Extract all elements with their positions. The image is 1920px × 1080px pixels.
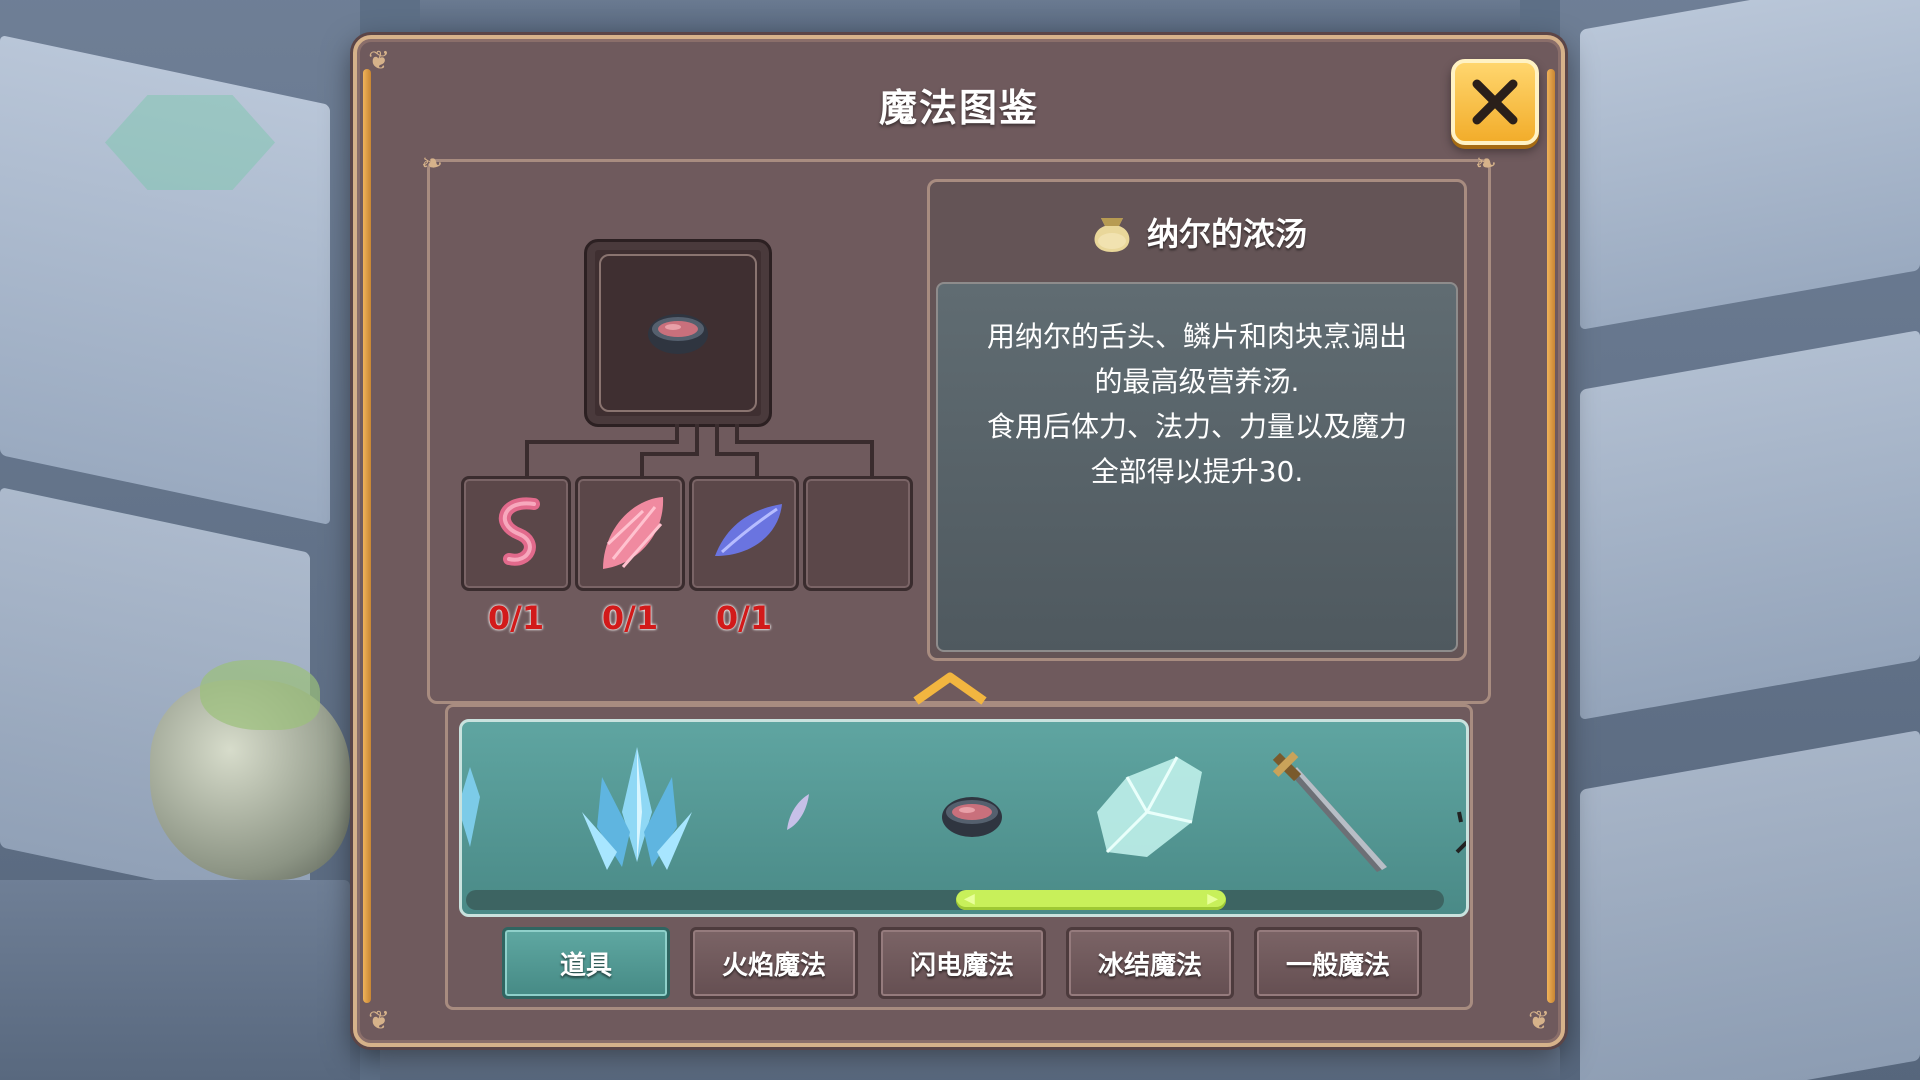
ingredient-count-2: 0/1 <box>601 599 659 637</box>
soup-bowl-icon <box>648 314 708 354</box>
blue-crystal-cluster-icon[interactable] <box>562 732 712 882</box>
item-name: 纳尔的浓汤 <box>1146 215 1307 253</box>
carousel-scrollbar[interactable]: ◀ ▶ <box>466 890 1444 910</box>
description-line: 用纳尔的舌头、鳞片和肉块烹调出 <box>986 320 1407 353</box>
corner-ornament-icon: ❧ <box>1475 149 1497 179</box>
item-carousel[interactable]: ◀ ▶ <box>459 719 1469 917</box>
category-tabs: 道具 火焰魔法 闪电魔法 冰结魔法 一般魔法 <box>502 927 1422 999</box>
magic-codex-window: ❦ ❦ ❦ 魔法图鉴 ❧ ❧ 0/1 0/1 0/1 纳尔的浓汤 用纳尔的舌头、… <box>353 35 1565 1047</box>
ingredient-slot-4-empty[interactable] <box>803 476 913 591</box>
tab-fire-magic[interactable]: 火焰魔法 <box>690 927 858 999</box>
soup-bowl-icon[interactable] <box>897 732 1047 882</box>
corner-ornament-icon: ❦ <box>368 1006 390 1036</box>
right-gold-rail <box>1547 69 1555 1003</box>
tab-lightning-magic[interactable]: 闪电魔法 <box>878 927 1046 999</box>
item-header: 纳尔的浓汤 <box>930 182 1464 282</box>
crystal-partial-icon <box>462 767 480 847</box>
left-gold-rail <box>363 69 371 1003</box>
collapse-up-arrow-icon[interactable] <box>912 671 988 707</box>
window-title: 魔法图鉴 <box>878 86 1039 130</box>
ingredient-slot-2[interactable] <box>575 476 685 591</box>
item-partial-icon <box>1455 811 1466 854</box>
tab-frost-magic[interactable]: 冰结魔法 <box>1066 927 1234 999</box>
tongue-icon <box>498 497 540 566</box>
sword-icon[interactable] <box>1252 732 1402 882</box>
close-button[interactable] <box>1451 59 1539 145</box>
ingredient-slot-1[interactable] <box>461 476 571 591</box>
carousel-scroll-thumb[interactable]: ◀ ▶ <box>956 890 1226 910</box>
tab-general-magic[interactable]: 一般魔法 <box>1254 927 1422 999</box>
corner-ornament-icon: ❦ <box>1528 1006 1550 1036</box>
tab-items[interactable]: 道具 <box>502 927 670 999</box>
pink-scale-icon <box>603 497 664 569</box>
corner-ornament-icon: ❦ <box>368 46 390 76</box>
description-line: 全部得以提升30. <box>1090 455 1304 488</box>
corner-ornament-icon: ❧ <box>421 149 443 179</box>
item-description: 用纳尔的舌头、鳞片和肉块烹调出 的最高级营养汤. 食用后体力、法力、力量以及魔力… <box>936 282 1458 652</box>
ice-shard-icon[interactable] <box>1077 732 1227 882</box>
item-detail-panel: 纳尔的浓汤 用纳尔的舌头、鳞片和肉块烹调出 的最高级营养汤. 食用后体力、法力、… <box>927 179 1467 661</box>
ingredient-count-1: 0/1 <box>487 599 545 637</box>
pouch-icon <box>1094 218 1130 252</box>
ingredient-slot-3[interactable] <box>689 476 799 591</box>
ingredient-count-3: 0/1 <box>715 599 773 637</box>
blue-scale-icon <box>715 504 782 556</box>
scroll-right-arrow-icon: ▶ <box>1207 891 1218 907</box>
close-x-icon <box>1472 79 1518 125</box>
description-line: 的最高级营养汤. <box>1094 365 1300 398</box>
scroll-left-arrow-icon: ◀ <box>964 891 975 907</box>
recipe-result-slot[interactable] <box>584 239 772 427</box>
feather-icon[interactable] <box>727 732 877 882</box>
description-line: 食用后体力、法力、力量以及魔力 <box>986 410 1407 443</box>
